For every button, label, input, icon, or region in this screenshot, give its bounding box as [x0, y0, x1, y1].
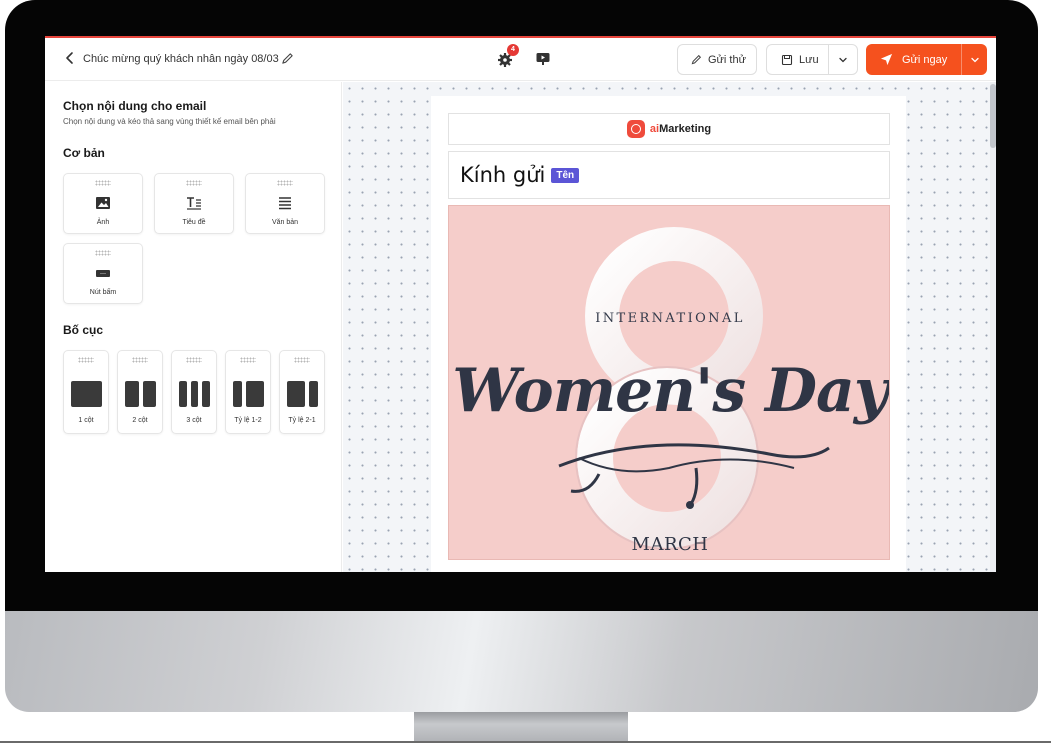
brand-name: aiMarketing [650, 123, 711, 135]
basic-heading: Cơ bản [63, 146, 105, 160]
drag-handle-icon [132, 357, 148, 363]
send-test-button[interactable]: Gửi thử [677, 44, 757, 75]
send-now-button-group: Gửi ngay [866, 44, 987, 75]
paper-plane-icon [880, 53, 893, 66]
image-icon [96, 197, 110, 209]
scrollbar-thumb[interactable] [990, 84, 996, 148]
hero-main-text: Women's Day [452, 356, 889, 426]
layout-label: 3 cột [186, 417, 202, 424]
layout-2-columns[interactable]: 2 cột [117, 350, 163, 434]
save-options-button[interactable] [829, 55, 857, 65]
drag-handle-icon [186, 180, 202, 186]
block-button[interactable]: Nút bấm [63, 243, 143, 304]
heading-icon [187, 197, 201, 210]
layout-label: 1 cột [78, 417, 94, 424]
send-test-label: Gửi thử [708, 53, 746, 66]
email-greeting-block[interactable]: Kính gửi Tên [448, 151, 890, 199]
pencil-icon [691, 54, 702, 65]
hero-bottom-text: MARCH [631, 534, 709, 555]
button-icon [96, 270, 110, 277]
layout-preview [287, 381, 318, 407]
layout-preview [71, 381, 102, 407]
chevron-down-icon [970, 57, 979, 62]
block-label: Tiêu đề [182, 219, 206, 226]
page-title: Chúc mừng quý khách nhân ngày 08/03 [83, 53, 279, 65]
floppy-disk-icon [781, 54, 793, 65]
canvas-scrollbar[interactable] [990, 82, 996, 572]
layout-preview [125, 381, 156, 407]
pencil-icon[interactable] [281, 52, 294, 65]
name-merge-tag[interactable]: Tên [551, 167, 580, 183]
text-icon [279, 197, 291, 210]
block-label: Ảnh [96, 219, 110, 226]
layout-3-columns[interactable]: 3 cột [171, 350, 217, 434]
chevron-down-icon [839, 57, 847, 62]
email-hero-image[interactable]: INTERNATIONAL Women's Day MARCH [448, 205, 890, 560]
top-bar: Chúc mừng quý khách nhân ngày 08/03 4 Gử… [45, 38, 996, 81]
layout-preview [233, 381, 264, 407]
drag-handle-icon [240, 357, 256, 363]
save-button-group: Lưu [766, 44, 858, 75]
settings-button[interactable]: 4 [497, 44, 519, 68]
layout-label: Tỷ lệ 2-1 [288, 417, 316, 424]
brand-ai: ai [649, 123, 660, 135]
notification-badge: 4 [507, 44, 519, 56]
greeting-text: Kính gửi [460, 163, 546, 187]
send-options-button[interactable] [962, 55, 987, 65]
drag-handle-icon [294, 357, 310, 363]
monitor-stand [414, 712, 628, 742]
block-label: Nút bấm [89, 289, 117, 296]
content-sidebar: Chọn nội dung cho email Chọn nội dung và… [45, 82, 342, 572]
block-heading[interactable]: Tiêu đề [154, 173, 234, 234]
drag-handle-icon [186, 357, 202, 363]
sidebar-subtitle: Chọn nội dung và kéo thả sang vùng thiết… [63, 117, 276, 126]
layout-ratio-1-2[interactable]: Tỷ lệ 1-2 [225, 350, 271, 434]
block-image[interactable]: Ảnh [63, 173, 143, 234]
send-now-button[interactable]: Gửi ngay [866, 44, 962, 75]
block-label: Văn bản [271, 219, 299, 226]
drag-handle-icon [95, 180, 111, 186]
brand-logo-icon [626, 120, 645, 138]
chevron-left-icon[interactable] [63, 51, 77, 65]
layout-heading: Bố cục [63, 323, 104, 337]
sidebar-title: Chọn nội dung cho email [63, 99, 207, 113]
save-label: Lưu [799, 53, 819, 66]
email-logo-block[interactable]: aiMarketing [448, 113, 890, 145]
drag-handle-icon [95, 250, 111, 256]
design-canvas[interactable]: aiMarketing Kính gửi Tên INTERNATIONAL W… [343, 82, 996, 572]
layout-label: Tỷ lệ 1-2 [234, 417, 262, 424]
layout-ratio-2-1[interactable]: Tỷ lệ 2-1 [279, 350, 325, 434]
brand-word: Marketing [659, 123, 712, 135]
layout-label: 2 cột [132, 417, 148, 424]
block-text[interactable]: Văn bản [245, 173, 325, 234]
drag-handle-icon [78, 357, 94, 363]
save-button[interactable]: Lưu [767, 45, 830, 74]
monitor-chin [5, 611, 1038, 712]
send-now-label: Gửi ngay [902, 53, 948, 66]
app-screen: Chúc mừng quý khách nhân ngày 08/03 4 Gử… [45, 36, 996, 572]
email-body: aiMarketing Kính gửi Tên INTERNATIONAL W… [431, 96, 906, 572]
monitor-preview-icon[interactable] [535, 51, 551, 67]
layout-1-column[interactable]: 1 cột [63, 350, 109, 434]
floor-line [0, 741, 1051, 743]
hero-top-text: INTERNATIONAL [595, 311, 745, 326]
layout-preview [179, 381, 211, 407]
drag-handle-icon [277, 180, 293, 186]
